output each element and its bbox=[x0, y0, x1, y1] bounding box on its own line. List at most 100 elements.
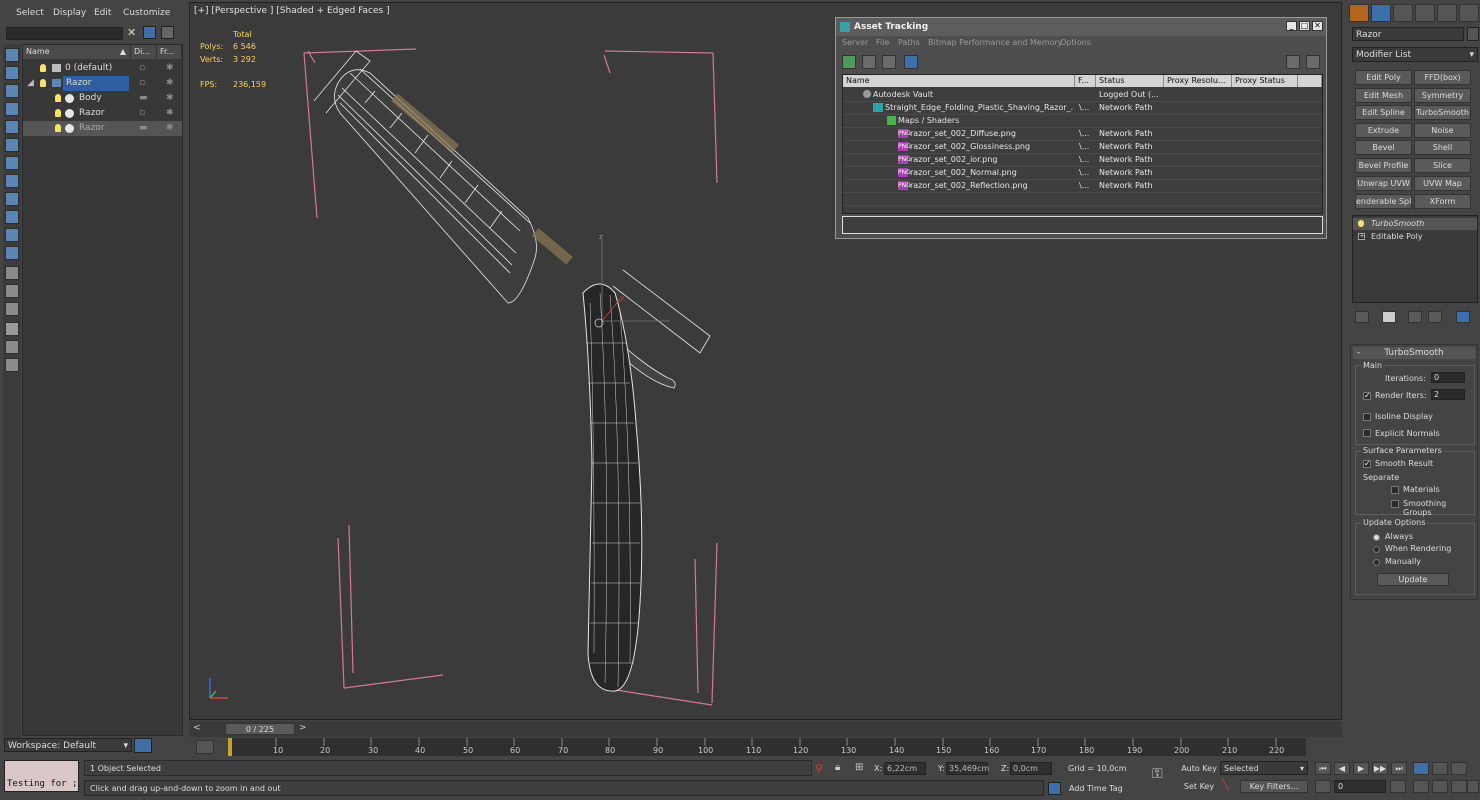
trackbar[interactable] bbox=[228, 738, 1306, 756]
display-all-icon[interactable] bbox=[5, 66, 19, 80]
play-icon[interactable]: ▶ bbox=[1353, 762, 1369, 775]
next-frame-icon[interactable]: > bbox=[299, 723, 307, 733]
y-coord-field[interactable]: 35,469cm bbox=[946, 762, 989, 775]
lock-icon[interactable]: 🔒︎ bbox=[835, 762, 840, 773]
hierarchy-icon[interactable] bbox=[5, 302, 19, 316]
tree-row-razor-layer[interactable]: ◢ Razor ▫ ✱ bbox=[23, 76, 182, 91]
table-row[interactable]: PNG razor_set_002_ior.png \... Network P… bbox=[843, 153, 1322, 167]
layers-icon[interactable] bbox=[161, 26, 174, 39]
column-proxy-resolution[interactable]: Proxy Resolu... bbox=[1164, 75, 1232, 87]
asset-path-field[interactable] bbox=[842, 216, 1323, 234]
object-color-swatch[interactable] bbox=[1467, 27, 1479, 41]
helpers-filter-icon[interactable] bbox=[5, 174, 19, 188]
invert-display-icon[interactable] bbox=[5, 84, 19, 98]
update-button[interactable]: Update bbox=[1377, 573, 1449, 586]
time-slider[interactable]: 0 / 225 bbox=[225, 723, 295, 735]
stack-item-editable-poly[interactable]: + Editable Poly bbox=[1353, 231, 1477, 243]
help-icon[interactable] bbox=[1286, 55, 1300, 69]
next-key-icon[interactable]: ▶▶ bbox=[1372, 762, 1388, 775]
layer-explorer-icon[interactable] bbox=[5, 266, 19, 280]
explicit-normals-checkbox[interactable] bbox=[1363, 429, 1371, 437]
workspace-dropdown[interactable]: Workspace: Default ▾ bbox=[4, 738, 132, 752]
sort-icon[interactable] bbox=[5, 284, 19, 298]
renderable-spline-button[interactable]: enderable Splin bbox=[1355, 194, 1412, 209]
lightbulb-icon[interactable] bbox=[55, 124, 61, 132]
lights-filter-icon[interactable] bbox=[5, 138, 19, 152]
turbosmooth-button[interactable]: TurboSmooth bbox=[1414, 105, 1471, 120]
absolute-mode-icon[interactable]: ⊞ bbox=[855, 762, 863, 773]
table-row[interactable]: Straight_Edge_Folding_Plastic_Shaving_Ra… bbox=[843, 101, 1322, 115]
edit-mesh-button[interactable]: Edit Mesh bbox=[1355, 88, 1412, 103]
tree-view-icon[interactable] bbox=[882, 55, 896, 69]
auto-key-button[interactable]: Auto Key bbox=[1180, 762, 1218, 775]
iterations-spinner[interactable]: 0 bbox=[1431, 372, 1465, 383]
x-coord-field[interactable]: 6,22cm bbox=[884, 762, 926, 775]
menu-file[interactable]: File bbox=[876, 36, 889, 50]
collapse-arrow-icon[interactable]: ◢ bbox=[27, 76, 34, 91]
isolate-selection-icon[interactable]: ⚲ bbox=[815, 762, 823, 775]
orbit-icon[interactable] bbox=[1451, 780, 1467, 793]
table-row[interactable]: PNG razor_set_002_Normal.png \... Networ… bbox=[843, 166, 1322, 180]
current-frame-field[interactable]: 0 bbox=[1334, 780, 1386, 793]
menu-select[interactable]: Select bbox=[16, 8, 44, 18]
explorer-search-input[interactable] bbox=[6, 27, 123, 40]
prev-frame-icon[interactable]: < bbox=[193, 723, 201, 733]
time-tag-icon[interactable] bbox=[1048, 782, 1061, 795]
table-view-icon[interactable] bbox=[904, 55, 918, 69]
stack-item-turbosmooth[interactable]: TurboSmooth bbox=[1353, 218, 1477, 230]
display-none-icon[interactable] bbox=[5, 48, 19, 62]
lightbulb-icon[interactable] bbox=[55, 94, 61, 102]
xform-button[interactable]: XForm bbox=[1414, 194, 1471, 209]
smoothing-groups-checkbox[interactable] bbox=[1391, 500, 1399, 508]
lightbulb-icon[interactable] bbox=[40, 79, 46, 87]
table-row[interactable]: Maps / Shaders bbox=[843, 114, 1322, 128]
xrefs-filter-icon[interactable] bbox=[5, 228, 19, 242]
materials-checkbox[interactable] bbox=[1391, 486, 1399, 494]
table-row[interactable]: Autodesk Vault Logged Out (... bbox=[843, 88, 1322, 102]
lightbulb-icon[interactable] bbox=[1358, 220, 1364, 227]
key-icon[interactable]: ⚿ bbox=[1152, 766, 1163, 782]
freeze-icon[interactable]: ✱ bbox=[166, 94, 175, 103]
column-name[interactable]: Name ▲ bbox=[23, 45, 131, 59]
column-proxy-status[interactable]: Proxy Status bbox=[1232, 75, 1298, 87]
menu-display[interactable]: Display bbox=[53, 8, 86, 18]
goto-end-icon[interactable]: ⏭ bbox=[1391, 762, 1407, 775]
edit-poly-button[interactable]: Edit Poly bbox=[1355, 70, 1412, 85]
column-freeze[interactable]: Fr... bbox=[157, 45, 182, 59]
configure-modifier-sets-icon[interactable] bbox=[1456, 311, 1470, 323]
lightbulb-icon[interactable] bbox=[55, 109, 61, 117]
goto-start-icon[interactable]: ⏮ bbox=[1315, 762, 1331, 775]
filter-icon[interactable] bbox=[143, 26, 156, 39]
tree-row-razor-object[interactable]: Razor ▫ ✱ bbox=[23, 106, 182, 121]
display-icon[interactable]: ▫ bbox=[139, 79, 148, 88]
modify-tab-icon[interactable] bbox=[1371, 4, 1391, 22]
funnel-icon[interactable] bbox=[5, 322, 19, 336]
field-of-view-icon[interactable] bbox=[1413, 780, 1429, 793]
zoom-icon[interactable] bbox=[1413, 762, 1429, 775]
slice-button[interactable]: Slice bbox=[1414, 158, 1471, 173]
layer-manager-icon[interactable] bbox=[134, 738, 152, 753]
render-iters-spinner[interactable]: 2 bbox=[1431, 389, 1465, 400]
ffd-box-button[interactable]: FFD(box) bbox=[1414, 70, 1471, 85]
maxscript-listener[interactable]: Testing for ; bbox=[4, 760, 79, 792]
menu-options[interactable]: Options bbox=[1060, 36, 1091, 50]
z-coord-field[interactable]: 0,0cm bbox=[1010, 762, 1052, 775]
manually-radio[interactable] bbox=[1373, 559, 1380, 566]
smooth-result-checkbox[interactable]: ✓ bbox=[1363, 460, 1371, 468]
groups-filter-icon[interactable] bbox=[5, 210, 19, 224]
refresh-icon[interactable] bbox=[842, 55, 856, 69]
column-f[interactable]: F... bbox=[1075, 75, 1096, 87]
asset-tracking-window[interactable]: Asset Tracking _ □ ✕ Server File Paths B… bbox=[835, 17, 1327, 239]
add-time-tag-label[interactable]: Add Time Tag bbox=[1069, 784, 1123, 793]
tree-row-razor-selected[interactable]: Razor ▬ ✱ bbox=[23, 121, 182, 136]
table-row[interactable]: PNG razor_set_002_Diffuse.png \... Netwo… bbox=[843, 127, 1322, 141]
show-end-result-icon[interactable] bbox=[1382, 311, 1396, 323]
clear-search-icon[interactable]: ✕ bbox=[127, 27, 139, 39]
display-tab-icon[interactable] bbox=[1437, 4, 1457, 22]
expand-icon[interactable]: + bbox=[1358, 233, 1365, 240]
unwrap-uvw-button[interactable]: Unwrap UVW bbox=[1355, 176, 1412, 191]
bones-filter-icon[interactable] bbox=[5, 246, 19, 260]
key-mode-toggle-icon[interactable] bbox=[1315, 780, 1331, 793]
freeze-icon[interactable]: ✱ bbox=[166, 64, 175, 73]
rollout-title[interactable]: - TurboSmooth bbox=[1353, 347, 1475, 359]
